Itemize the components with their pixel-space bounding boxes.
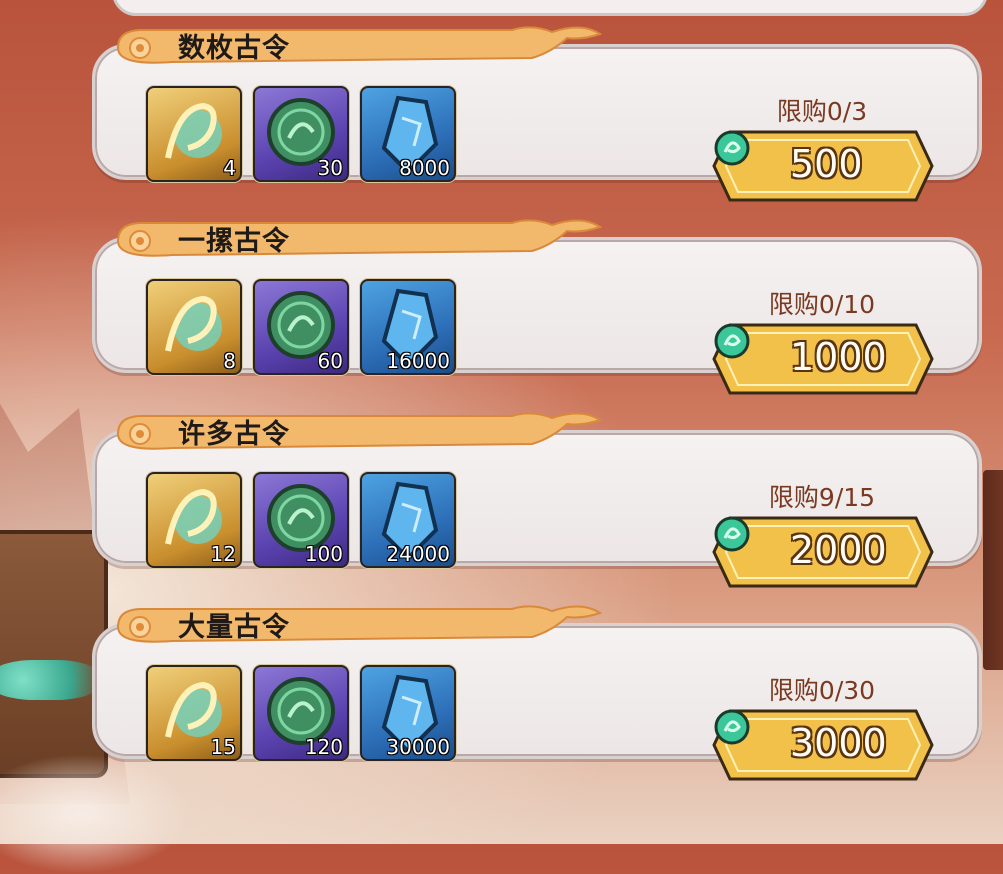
pack-card: 许多古令 12 100 24000 限购9/15 2000	[92, 408, 982, 588]
chest-gems-illustration	[0, 660, 100, 700]
price-value: 1000	[790, 335, 887, 379]
item-count: 16000	[386, 349, 450, 373]
buy-button[interactable]: 1000	[712, 321, 934, 397]
background-cloud	[0, 754, 190, 874]
background-pillar	[983, 470, 1003, 670]
purchase-limit: 限购0/3	[776, 97, 868, 126]
pack-title-banner: 数枚古令	[112, 22, 602, 74]
pack-card: 一摞古令 8 60 16000 限购0/10 1000	[92, 215, 982, 395]
item-count: 8	[223, 349, 236, 373]
reward-item-blue-crystal[interactable]: 24000	[360, 472, 456, 568]
reward-item-golden-dragon-token[interactable]: 4	[146, 86, 242, 182]
pack-title: 数枚古令	[178, 33, 290, 64]
reward-item-jade-coin[interactable]: 120	[253, 665, 349, 761]
purchase-limit: 限购0/30	[768, 676, 876, 705]
jade-currency-icon	[714, 516, 750, 552]
item-count: 15	[210, 735, 236, 759]
reward-item-golden-dragon-token[interactable]: 12	[146, 472, 242, 568]
item-count: 60	[317, 349, 343, 373]
item-count: 30	[317, 156, 343, 180]
pack-title: 一摞古令	[178, 226, 290, 257]
reward-item-blue-crystal[interactable]: 8000	[360, 86, 456, 182]
item-count: 4	[223, 156, 236, 180]
reward-item-jade-coin[interactable]: 100	[253, 472, 349, 568]
jade-currency-icon	[714, 323, 750, 359]
reward-item-jade-coin[interactable]: 30	[253, 86, 349, 182]
reward-item-jade-coin[interactable]: 60	[253, 279, 349, 375]
jade-currency-icon	[714, 709, 750, 745]
previous-pack-card-edge	[112, 0, 988, 16]
reward-item-golden-dragon-token[interactable]: 15	[146, 665, 242, 761]
pack-title-banner: 一摞古令	[112, 215, 602, 267]
item-count: 30000	[386, 735, 450, 759]
item-count: 12	[210, 542, 236, 566]
price-value: 2000	[790, 528, 887, 572]
item-count: 120	[304, 735, 343, 759]
pack-title-banner: 许多古令	[112, 408, 602, 460]
reward-item-blue-crystal[interactable]: 30000	[360, 665, 456, 761]
jade-currency-icon	[714, 130, 750, 166]
item-count: 24000	[386, 542, 450, 566]
item-count: 8000	[399, 156, 450, 180]
pack-title: 许多古令	[178, 419, 290, 450]
price-value: 3000	[790, 721, 887, 765]
item-count: 100	[304, 542, 343, 566]
purchase-limit: 限购9/15	[768, 483, 876, 512]
pack-card: 大量古令 15 120 30000 限购0/30 3000	[92, 601, 982, 781]
pack-title-banner: 大量古令	[112, 601, 602, 653]
buy-button[interactable]: 3000	[712, 707, 934, 783]
pack-title: 大量古令	[178, 612, 290, 643]
pack-card: 数枚古令 4 30 8000 限购0/3 500	[92, 22, 982, 202]
price-value: 500	[790, 142, 863, 186]
reward-item-golden-dragon-token[interactable]: 8	[146, 279, 242, 375]
buy-button[interactable]: 500	[712, 128, 934, 204]
purchase-limit: 限购0/10	[768, 290, 876, 319]
buy-button[interactable]: 2000	[712, 514, 934, 590]
reward-item-blue-crystal[interactable]: 16000	[360, 279, 456, 375]
